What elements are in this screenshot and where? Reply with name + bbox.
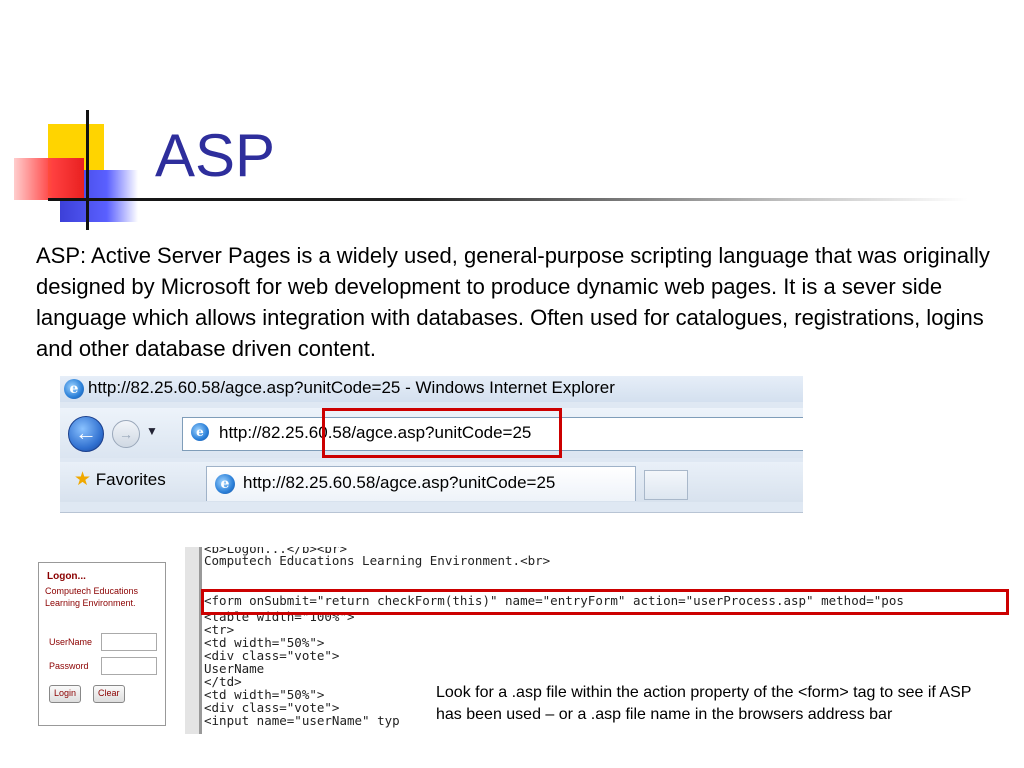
page-icon: e — [191, 423, 209, 441]
star-icon: ★ — [74, 469, 92, 490]
logon-form-title: Logon... — [47, 571, 86, 582]
browser-title-bar: e http://82.25.60.58/agce.asp?unitCode=2… — [60, 376, 803, 402]
browser-window-title: http://82.25.60.58/agce.asp?unitCode=25 … — [88, 378, 615, 397]
browser-favorites-bar: ★ Favorites e http://82.25.60.58/agce.as… — [60, 462, 803, 502]
internet-explorer-icon: e — [64, 379, 84, 399]
password-label: Password — [49, 661, 89, 671]
code-line: Computech Educations Learning Environmen… — [204, 553, 551, 568]
favorites-button[interactable]: ★ Favorites — [74, 468, 166, 491]
code-gutter — [185, 547, 202, 734]
address-highlight-box — [322, 408, 562, 458]
username-label: UserName — [49, 637, 93, 647]
logon-form-subtitle: Computech Educations Learning Environmen… — [45, 586, 139, 608]
logon-form-screenshot: Logon... Computech Educations Learning E… — [38, 562, 166, 726]
code-line: <input name="userName" typ — [204, 713, 400, 728]
password-field[interactable] — [101, 657, 157, 675]
slide-title: ASP — [155, 122, 276, 189]
tab-page-icon: e — [215, 474, 235, 494]
history-dropdown-icon[interactable]: ▼ — [146, 424, 158, 438]
browser-screenshot: e http://82.25.60.58/agce.asp?unitCode=2… — [60, 376, 803, 513]
title-decoration-vertical-line — [86, 110, 89, 230]
browser-tab[interactable]: e http://82.25.60.58/agce.asp?unitCode=2… — [206, 466, 636, 501]
note-box: Look for a .asp file within the action p… — [430, 680, 1000, 768]
browser-tab-label: http://82.25.60.58/agce.asp?unitCode=25 — [243, 473, 556, 492]
title-underline — [48, 198, 968, 201]
new-tab-button[interactable] — [644, 470, 688, 500]
username-field[interactable] — [101, 633, 157, 651]
login-button[interactable]: Login — [49, 685, 82, 703]
note-text: Look for a .asp file within the action p… — [436, 684, 972, 723]
form-tag-highlight-box — [201, 589, 1009, 615]
slide-body-text: ASP: Active Server Pages is a widely use… — [36, 243, 990, 361]
title-decoration-red — [14, 158, 84, 200]
favorites-label: Favorites — [95, 470, 166, 489]
clear-button[interactable]: Clear — [93, 685, 125, 703]
back-arrow-icon[interactable]: ← — [68, 416, 104, 452]
forward-arrow-icon[interactable]: → — [112, 420, 140, 448]
